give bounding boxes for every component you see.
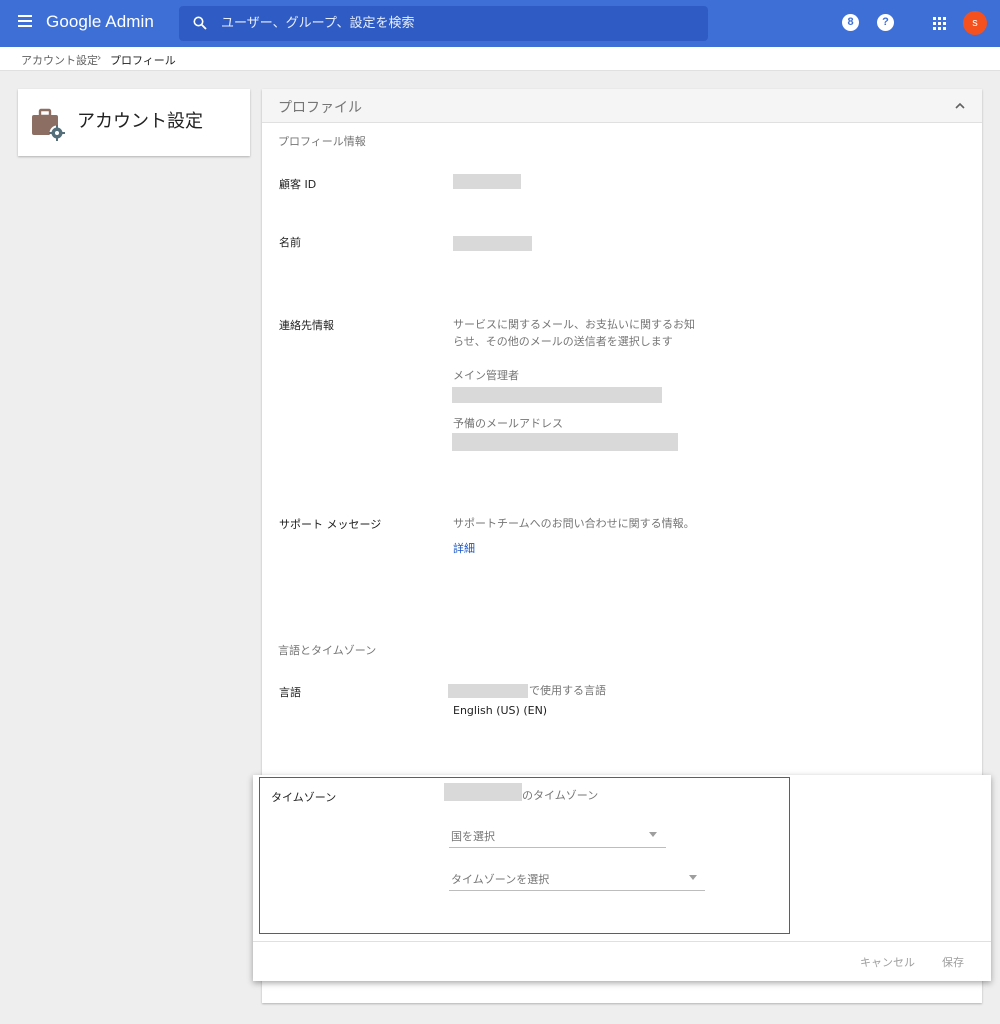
- breadcrumb-separator: ›: [97, 51, 102, 64]
- backup-email-value-redacted: [452, 433, 678, 451]
- timezone-edit-panel: タイムゾーン のタイムゾーン 国を選択 タイムゾーンを選択 キャンセル 保存: [253, 775, 991, 981]
- profile-info-section-label: プロフィール情報: [278, 135, 366, 148]
- timezone-suffix-text: のタイムゾーン: [522, 789, 599, 802]
- name-value-redacted: [453, 236, 532, 251]
- language-suffix-text: で使用する言語: [529, 684, 606, 697]
- timezone-dropdown-arrow-icon: [689, 875, 697, 880]
- contact-info-description-line2: らせ、その他のメールの送信者を選択します: [453, 335, 673, 348]
- cancel-button[interactable]: キャンセル: [860, 954, 915, 970]
- apps-grid-icon[interactable]: [933, 17, 946, 30]
- main-admin-value-redacted: [452, 387, 662, 403]
- search-input[interactable]: [221, 6, 691, 41]
- support-message-label: サポート メッセージ: [279, 518, 382, 531]
- support-message-description: サポートチームへのお問い合わせに関する情報。: [453, 517, 695, 530]
- country-select-placeholder: 国を選択: [451, 830, 495, 843]
- backup-email-label: 予備のメールアドレス: [453, 417, 563, 430]
- search-box[interactable]: [179, 6, 708, 41]
- breadcrumb-current: プロフィール: [110, 54, 176, 67]
- user-avatar[interactable]: s: [963, 11, 987, 35]
- timezone-domain-redacted: [444, 783, 522, 801]
- timezone-label: タイムゾーン: [271, 791, 337, 804]
- breadcrumb-parent-link[interactable]: アカウント設定: [21, 52, 98, 68]
- language-timezone-section-label: 言語とタイムゾーン: [278, 644, 377, 657]
- language-label: 言語: [279, 686, 301, 699]
- account-settings-card: アカウント設定: [18, 89, 250, 156]
- country-dropdown-arrow-icon: [649, 832, 657, 837]
- language-domain-redacted: [448, 684, 528, 698]
- timezone-select-placeholder: タイムゾーンを選択: [451, 873, 550, 886]
- top-app-bar: Google Admin 8 ? s: [0, 0, 1000, 47]
- search-icon: [193, 16, 207, 30]
- briefcase-gear-icon: [32, 108, 65, 141]
- country-select[interactable]: 国を選択: [449, 822, 666, 848]
- timezone-select[interactable]: タイムゾーンを選択: [449, 865, 705, 891]
- name-label: 名前: [279, 236, 301, 249]
- support-learn-more-link[interactable]: 詳細: [453, 540, 475, 556]
- breadcrumb: アカウント設定 › プロフィール: [0, 47, 1000, 71]
- customer-id-value-redacted: [453, 174, 521, 189]
- profile-card-header[interactable]: プロファイル: [262, 89, 982, 123]
- chevron-up-icon[interactable]: [954, 101, 966, 111]
- hamburger-menu-icon[interactable]: [18, 15, 32, 29]
- panel-footer-divider: [253, 941, 991, 942]
- account-settings-title: アカウント設定: [77, 111, 203, 132]
- app-logo[interactable]: Google Admin: [46, 12, 154, 32]
- contact-info-label: 連絡先情報: [279, 319, 334, 332]
- help-icon[interactable]: ?: [877, 14, 894, 31]
- save-button[interactable]: 保存: [942, 954, 964, 970]
- notifications-icon[interactable]: 8: [842, 14, 859, 31]
- profile-card-title: プロファイル: [278, 100, 362, 116]
- language-value: English (US) (EN): [453, 704, 548, 717]
- customer-id-label: 顧客 ID: [279, 178, 317, 191]
- main-admin-label: メイン管理者: [453, 369, 519, 382]
